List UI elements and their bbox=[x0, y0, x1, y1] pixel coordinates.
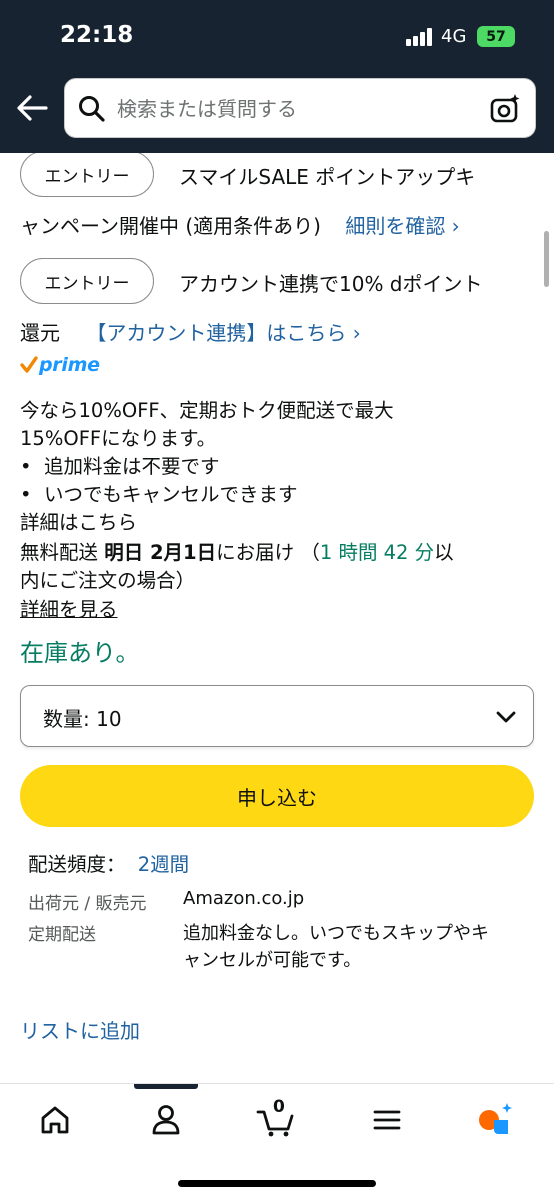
home-icon[interactable] bbox=[35, 1100, 75, 1140]
subscribe-button[interactable]: 申し込む bbox=[20, 765, 534, 827]
search-bar[interactable] bbox=[64, 78, 536, 138]
entry-button-smile-sale[interactable]: エントリー bbox=[20, 153, 154, 197]
delivery-details-link[interactable]: 詳細を見る bbox=[20, 593, 118, 622]
regular-delivery-label: 定期配送 bbox=[28, 925, 96, 945]
delivery-date: 明日 2月1日 bbox=[104, 541, 217, 564]
delivery-info: 無料配送 明日 2月1日にお届け （1 時間 42 分以 bbox=[20, 536, 454, 565]
menu-icon[interactable] bbox=[367, 1100, 407, 1140]
bullet-item: • いつでもキャンセルできます bbox=[20, 483, 298, 506]
account-link[interactable]: 【アカウント連携】はこちら › bbox=[86, 321, 360, 345]
chevron-down-icon bbox=[496, 711, 516, 723]
promo-text-2b: 還元 bbox=[20, 321, 60, 345]
cart-count: 0 bbox=[273, 1097, 285, 1117]
promo-text-1b: ャンペーン開催中 (適用条件あり) bbox=[20, 214, 321, 238]
seller-value: Amazon.co.jp bbox=[183, 888, 305, 909]
search-icon bbox=[79, 96, 105, 122]
delivery-tail: 以 bbox=[434, 541, 454, 564]
promo-text-1a: スマイルSALE ポイントアップキ bbox=[179, 165, 476, 189]
bullet-item: • 追加料金は不要です bbox=[20, 455, 220, 478]
status-time: 22:18 bbox=[60, 22, 134, 48]
subscription-line-2: 15%OFFになります。 bbox=[20, 427, 217, 450]
network-type: 4G bbox=[441, 26, 467, 47]
prime-check-icon bbox=[20, 356, 38, 373]
home-indicator bbox=[178, 1180, 376, 1187]
search-input[interactable] bbox=[117, 91, 477, 127]
add-to-list-link[interactable]: リストに追加 bbox=[20, 1015, 140, 1044]
prime-logo: prime bbox=[20, 354, 100, 376]
subscription-line-1: 今なら10%OFF、定期おトク便配送で最大 bbox=[20, 399, 394, 422]
battery-icon: 57 bbox=[477, 26, 515, 47]
bullet-text: 追加料金は不要です bbox=[44, 455, 220, 478]
entry-button-dpoint[interactable]: エントリー bbox=[20, 258, 154, 304]
delivery-suffix: にお届け （ bbox=[216, 541, 320, 564]
regular-delivery-info-2[interactable]: ャンセルが可能です。 bbox=[183, 946, 361, 972]
quantity-dropdown[interactable]: 数量: 10 bbox=[20, 685, 534, 747]
bottom-navigation: 0 bbox=[0, 1083, 554, 1199]
delivery-countdown: 1 時間 42 分 bbox=[319, 541, 435, 564]
delivery-line-2: 内にご注文の場合） bbox=[20, 569, 196, 592]
frequency-label: 配送頻度： bbox=[28, 853, 126, 876]
nav-active-indicator bbox=[134, 1084, 198, 1089]
battery-level: 57 bbox=[486, 28, 506, 45]
quantity-value: 数量: 10 bbox=[43, 707, 122, 731]
back-arrow-icon[interactable] bbox=[14, 92, 50, 124]
top-bar: 22:18 4G 57 bbox=[0, 0, 554, 153]
signal-icon bbox=[406, 28, 434, 46]
camera-icon[interactable] bbox=[489, 93, 521, 125]
delivery-frequency: 配送頻度： 2週間 bbox=[28, 848, 189, 877]
cart-button[interactable]: 0 bbox=[256, 1097, 296, 1140]
stock-status: 在庫あり。 bbox=[20, 639, 140, 667]
rufus-icon[interactable] bbox=[476, 1100, 516, 1140]
delivery-prefix: 無料配送 bbox=[20, 541, 105, 564]
bullet-text: いつでもキャンセルできます bbox=[44, 483, 298, 506]
frequency-value-link[interactable]: 2週間 bbox=[138, 853, 189, 876]
product-buybox: エントリー スマイルSALE ポイントアップキ ャンペーン開催中 (適用条件あり… bbox=[0, 153, 554, 1083]
promo-terms-link[interactable]: 細則を確認 › bbox=[345, 214, 459, 238]
profile-icon[interactable] bbox=[146, 1100, 186, 1140]
regular-delivery-info-1[interactable]: 追加料金なし。いつでもスキップやキ bbox=[183, 919, 489, 945]
promo-text-2a: アカウント連携で10% dポイント bbox=[179, 272, 483, 296]
scrollbar[interactable] bbox=[544, 231, 549, 287]
prime-label: prime bbox=[39, 354, 100, 376]
subscription-details-link[interactable]: 詳細はこちら bbox=[20, 506, 137, 535]
seller-label: 出荷元 / 販売元 bbox=[28, 894, 147, 914]
